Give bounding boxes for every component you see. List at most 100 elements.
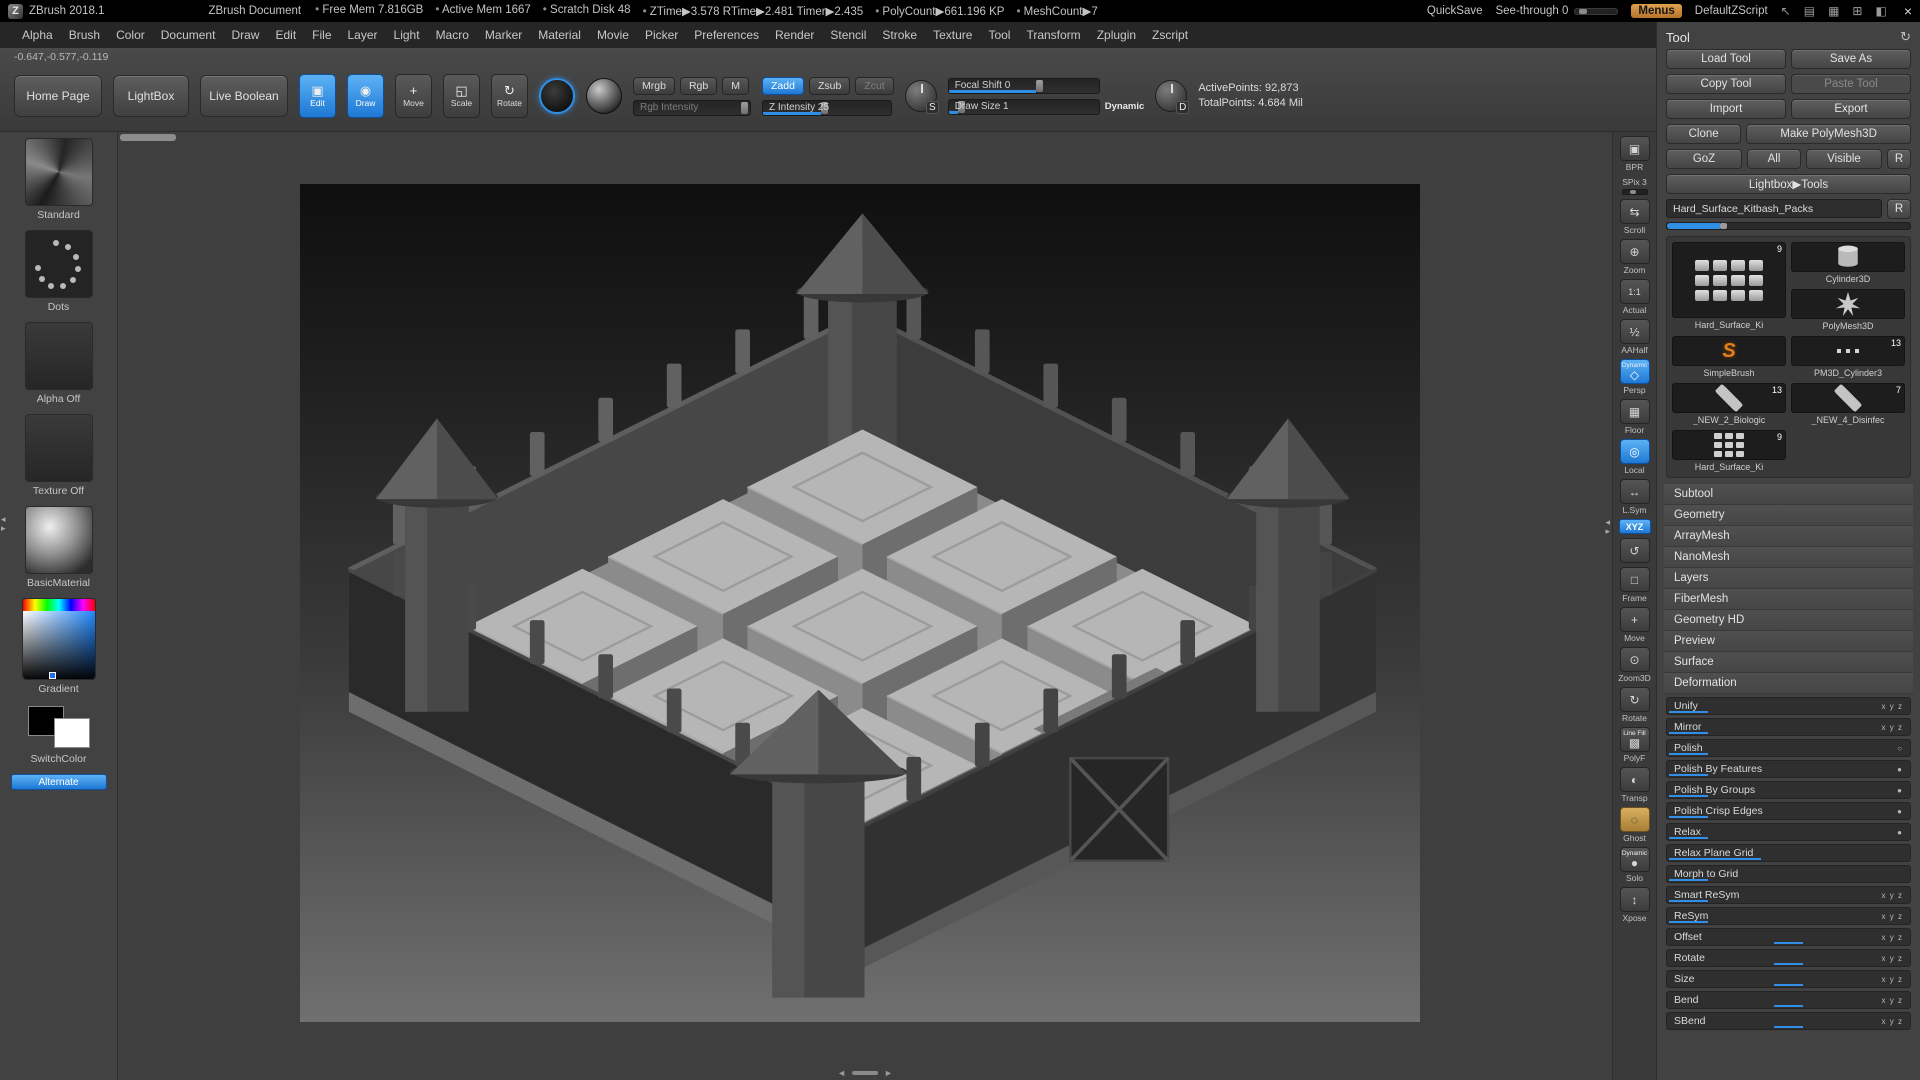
menu-item[interactable]: Render <box>767 28 822 42</box>
rgb-button[interactable]: Rgb <box>680 77 717 95</box>
mode-toggle[interactable]: ● <box>1897 807 1903 816</box>
saturation-square[interactable] <box>23 611 95 680</box>
keyboard-icon[interactable]: ▤ <box>1804 5 1815 17</box>
lightbox-tools-button[interactable]: Lightbox▶Tools <box>1666 174 1911 194</box>
draw-mode-button[interactable]: ◉ Draw <box>347 74 384 118</box>
tool-thumb-active[interactable]: 9 Hard_Surface_Ki <box>1672 242 1786 331</box>
alternate-item[interactable]: Alternate <box>11 774 107 790</box>
current-tool-r-button[interactable]: R <box>1887 199 1911 219</box>
scroll-right-icon[interactable]: ► <box>884 1068 893 1078</box>
tool-section-header[interactable]: Subtool <box>1664 484 1913 505</box>
quicksave-button[interactable]: QuickSave <box>1427 5 1483 17</box>
scale-mode-button[interactable]: ◱ Scale <box>443 74 480 118</box>
spix-control[interactable]: SPix 3 <box>1622 176 1648 195</box>
current-brush-icon[interactable] <box>539 78 575 114</box>
menu-item[interactable]: Zscript <box>1144 28 1196 42</box>
window-icon[interactable]: ⊞ <box>1852 5 1862 17</box>
menu-item[interactable]: Document <box>153 28 224 42</box>
color-picker-item[interactable]: Gradient <box>22 598 96 695</box>
tool-section-header[interactable]: Preview <box>1664 631 1913 652</box>
divider-left-icon[interactable]: ◂ <box>1 515 6 523</box>
frame-button[interactable]: □ Frame <box>1620 567 1650 603</box>
menu-item[interactable]: Marker <box>477 28 530 42</box>
z-intensity-slider[interactable]: Z Intensity 25 <box>762 100 892 116</box>
menu-item[interactable]: Zplugin <box>1089 28 1144 42</box>
tool-thumb-simplebrush[interactable]: S SimpleBrush <box>1672 336 1786 378</box>
deform-polish-crisp-edges[interactable]: Polish Crisp Edges ● <box>1666 802 1911 820</box>
zoom-button[interactable]: ⊕ Zoom <box>1620 239 1650 275</box>
current-alpha-item[interactable]: Alpha Off <box>25 322 93 405</box>
tool-section-header[interactable]: ArrayMesh <box>1664 526 1913 547</box>
deform-relax-plane-grid[interactable]: Relax Plane Grid <box>1666 844 1911 862</box>
lock-icon[interactable]: ◧ <box>1875 5 1886 17</box>
focal-shift-slider[interactable]: Focal Shift 0 <box>948 78 1100 94</box>
canvas-area[interactable]: ◄ ► ◂ ▸ <box>118 132 1612 1080</box>
xyz-pill[interactable]: XYZ <box>1619 519 1651 534</box>
scroll-left-icon[interactable]: ◄ <box>837 1068 846 1078</box>
actual-button[interactable]: 1:1 Actual <box>1620 279 1650 315</box>
tool-thumb-polymesh3d[interactable]: PolyMesh3D <box>1791 289 1905 331</box>
color-swatches[interactable] <box>26 704 92 750</box>
tool-section-header[interactable]: Geometry <box>1664 505 1913 526</box>
standard-brush-thumb[interactable] <box>25 138 93 206</box>
material-thumb[interactable] <box>25 506 93 574</box>
move-3d-button[interactable]: + Move <box>1620 607 1650 643</box>
scroll-button[interactable]: ⇆ Scroll <box>1620 199 1650 235</box>
mode-toggle[interactable]: ● <box>1897 828 1903 837</box>
deform-rotate[interactable]: Rotate x y z <box>1666 949 1911 967</box>
home-page-button[interactable]: Home Page <box>14 75 102 117</box>
load-tool-button[interactable]: Load Tool <box>1666 49 1786 69</box>
menu-item[interactable]: Movie <box>589 28 637 42</box>
tool-section-header[interactable]: Layers <box>1664 568 1913 589</box>
goz-button[interactable]: GoZ <box>1666 149 1742 169</box>
axis-toggles[interactable]: x y z <box>1882 912 1903 921</box>
zoom3d-button[interactable]: ⊙ Zoom3D <box>1618 647 1651 683</box>
left-divider-handle[interactable]: ◂ ▸ <box>1 515 6 532</box>
zcut-button[interactable]: Zcut <box>855 77 893 95</box>
menu-item[interactable]: Brush <box>61 28 108 42</box>
panel-collapse-icon[interactable]: ↖ <box>1781 5 1791 17</box>
goz-all-button[interactable]: All <box>1747 149 1801 169</box>
menu-item[interactable]: Edit <box>267 28 304 42</box>
current-material-icon[interactable] <box>586 78 622 114</box>
see-through-slider[interactable] <box>1574 8 1618 15</box>
divider-right-icon[interactable]: ▸ <box>1 524 6 532</box>
menu-item[interactable]: File <box>304 28 339 42</box>
solo-button[interactable]: Dynamic ● Solo <box>1620 847 1650 883</box>
goz-visible-button[interactable]: Visible <box>1806 149 1882 169</box>
deform-polish[interactable]: Polish ○ <box>1666 739 1911 757</box>
deform-bend[interactable]: Bend x y z <box>1666 991 1911 1009</box>
stroke-dial[interactable]: S <box>905 80 937 112</box>
current-brush-item[interactable]: Standard <box>25 138 93 221</box>
tool-thumb-pm3d-cylinder[interactable]: 13 PM3D_Cylinder3 <box>1791 336 1905 378</box>
menu-item[interactable]: Light <box>386 28 428 42</box>
dynamic-badge[interactable]: Dynamic <box>1105 101 1145 112</box>
m-button[interactable]: M <box>722 77 749 95</box>
scroll-thumb[interactable] <box>852 1071 878 1075</box>
current-material-item[interactable]: BasicMaterial <box>25 506 93 589</box>
menu-item[interactable]: Material <box>530 28 589 42</box>
polyf-button[interactable]: Line Fill ▩ PolyF <box>1620 727 1650 763</box>
clone-button[interactable]: Clone <box>1666 124 1741 144</box>
import-button[interactable]: Import <box>1666 99 1786 119</box>
deform-polish-by-features[interactable]: Polish By Features ● <box>1666 760 1911 778</box>
rotate-3d-button[interactable]: ↻ Rotate <box>1620 687 1650 723</box>
xpose-button[interactable]: ↕ Xpose <box>1620 887 1650 923</box>
paste-tool-button[interactable]: Paste Tool <box>1791 74 1911 94</box>
lightbox-button[interactable]: LightBox <box>113 75 189 117</box>
move-mode-button[interactable]: + Move <box>395 74 432 118</box>
deform-offset[interactable]: Offset x y z <box>1666 928 1911 946</box>
axis-toggles[interactable]: x y z <box>1882 996 1903 1005</box>
mode-toggle[interactable]: ● <box>1897 786 1903 795</box>
xyz-button[interactable]: XYZ <box>1619 519 1651 534</box>
tool-section-header[interactable]: FiberMesh <box>1664 589 1913 610</box>
menu-item[interactable]: Alpha <box>14 28 61 42</box>
axis-toggles[interactable]: x y z <box>1882 723 1903 732</box>
axis-toggles[interactable]: x y z <box>1882 933 1903 942</box>
zadd-button[interactable]: Zadd <box>762 77 804 95</box>
right-divider-handle[interactable]: ◂ ▸ <box>1605 518 1610 535</box>
deform-mirror[interactable]: Mirror x y z <box>1666 718 1911 736</box>
mode-toggle[interactable]: ○ <box>1897 744 1903 753</box>
persp-button[interactable]: Dynamic ◇ Persp <box>1620 359 1650 395</box>
secondary-color-swatch[interactable] <box>54 718 90 748</box>
